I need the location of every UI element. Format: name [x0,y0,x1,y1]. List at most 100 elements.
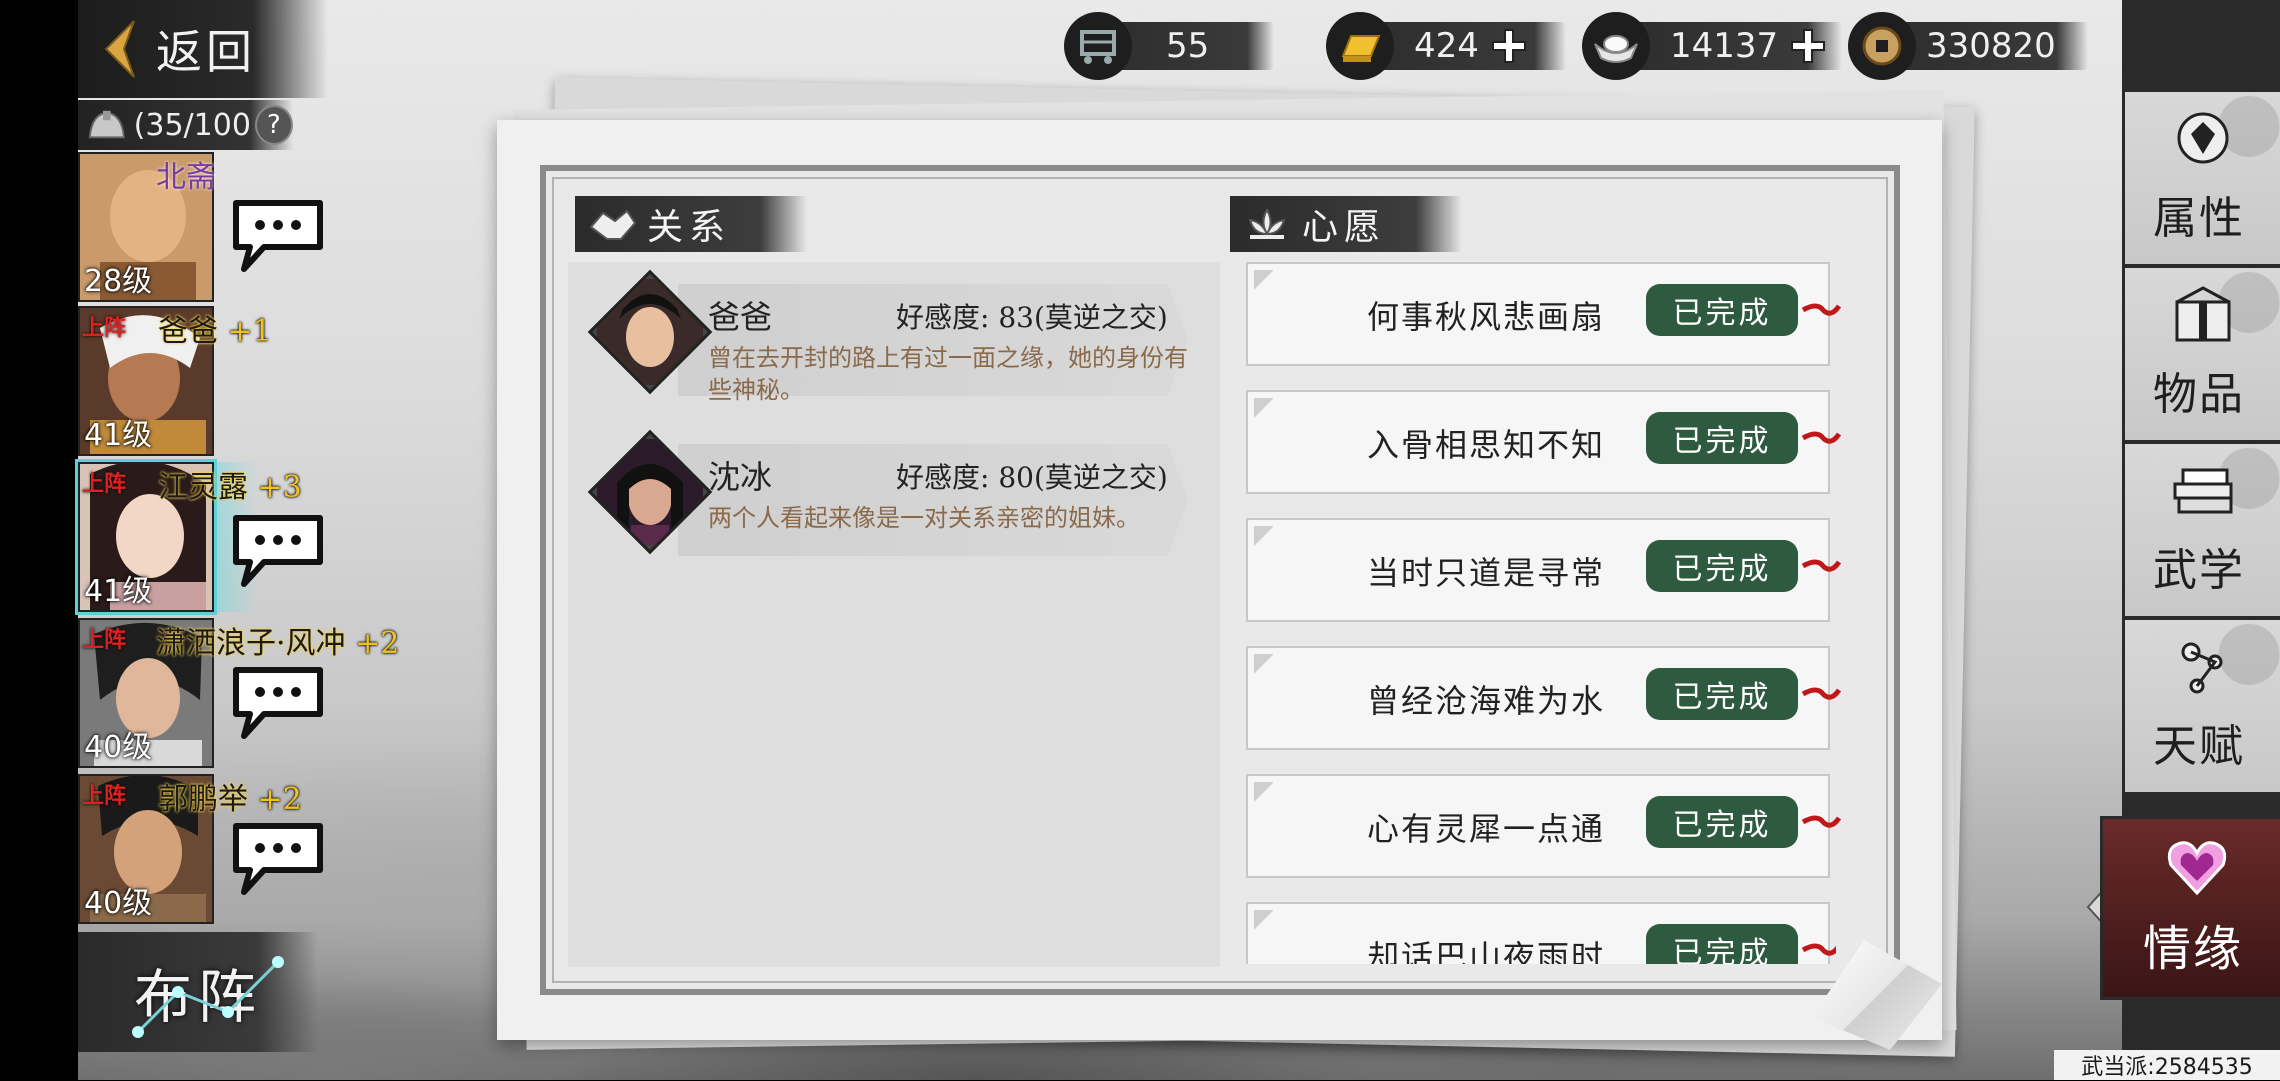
attributes-icon [2177,112,2229,164]
silver-amount: 14137 [1670,26,1779,66]
team-count-bar: (35/100 ? [78,100,293,150]
wish-text: 何事秋风悲画扇 [1366,298,1605,336]
formation-button[interactable]: 布阵 [78,932,318,1052]
tab-label: 武学 [2153,545,2245,596]
talent-icon [2181,642,2223,694]
guild-id: 武当派:2584535 [2054,1050,2280,1080]
wish-status-badge: 已完成 [1646,796,1798,848]
relations-header: 关系 [575,196,807,252]
tab-martial-arts[interactable]: 武学 [2125,444,2280,619]
chevron-left-icon [104,20,135,78]
wish-item[interactable]: 心有灵犀一点通 已完成 [1246,774,1841,878]
relations-list: 爸爸 好感度: 83(莫逆之交) 曾在去开封的路上有过一面之缘，她的身份有些神秘… [568,262,1220,967]
member-name: 爸爸 +1 [158,314,272,349]
relation-name: 爸爸 [708,298,773,336]
wish-text: 入骨相思知不知 [1366,426,1605,464]
wishes-header: 心愿 [1230,196,1462,252]
member-level: 40级 [84,730,153,765]
member-name: 郭鹏举 +2 [158,782,302,817]
inventory-count: 55 [1166,26,1210,66]
party-member[interactable]: 上阵 潇洒浪子·风冲 +2 40级 [78,618,399,768]
back-label: 返回 [156,25,256,79]
wish-text: 当时只道是寻常 [1366,554,1605,592]
wish-text: 却话巴山夜雨时 [1366,938,1605,964]
items-icon [2175,286,2231,342]
tab-romance[interactable]: 情缘 [2100,816,2280,1000]
gold-bar-icon [1326,12,1394,80]
wish-item[interactable]: 当时只道是寻常 已完成 [1246,518,1841,622]
wish-item[interactable]: 何事秋风悲画扇 已完成 [1246,262,1841,366]
party-member[interactable]: 上阵 爸爸 +1 41级 [78,306,272,456]
currency-copper: 330820 [1848,8,2088,84]
currency-inventory: 55 [1064,8,1274,84]
wish-item[interactable]: 却话巴山夜雨时 已完成 [1246,902,1836,964]
party-member-selected[interactable]: 上阵 江灵露 +3 41级 [78,462,302,612]
wish-text: 曾经沧海难为水 [1366,682,1605,720]
constellation-icon [132,956,284,1038]
relation-name: 沈冰 [708,458,773,496]
member-level: 28级 [84,264,153,299]
member-name: 北斋 [156,160,216,195]
chat-bubble-icon[interactable] [230,818,326,898]
martial-arts-icon [2173,468,2233,514]
handshake-icon [589,209,637,240]
member-level: 40级 [84,886,153,921]
wish-status-badge: 已完成 [1646,284,1798,336]
currency-silver: 14137 [1582,8,1842,84]
tab-items[interactable]: 物品 [2125,268,2280,443]
gold-amount: 424 [1414,26,1479,66]
ribbon-icon [1801,687,1841,700]
helmet-icon [88,110,125,139]
relation-description: 两个人看起来像是一对关系亲密的姐妹。 [708,504,1140,532]
party-member[interactable]: 上阵 郭鹏举 +2 40级 [78,774,302,924]
in-formation-tag: 上阵 [82,471,127,497]
lotus-icon [1248,208,1286,239]
romance-icon [2167,841,2227,896]
tab-talent[interactable]: 天赋 [2125,620,2280,795]
copper-amount: 330820 [1926,26,2056,66]
wish-text: 心有灵犀一点通 [1366,810,1605,848]
member-name: 江灵露 +3 [158,470,302,505]
wish-item[interactable]: 曾经沧海难为水 已完成 [1246,646,1841,750]
member-level: 41级 [84,418,153,453]
tab-label: 天赋 [2153,721,2245,772]
tab-label: 物品 [2153,369,2245,420]
ribbon-icon [1801,559,1841,572]
relation-card[interactable]: 爸爸 好感度: 83(莫逆之交) 曾在去开封的路上有过一面之缘，她的身份有些神秘… [578,269,1228,404]
relation-card[interactable]: 沈冰 好感度: 80(莫逆之交) 两个人看起来像是一对关系亲密的姐妹。 [578,429,1228,560]
relations-title: 关系 [647,207,732,248]
wish-status-badge: 已完成 [1646,412,1798,464]
inventory-cart-icon [1064,12,1132,80]
party-member[interactable]: 北斋 28级 [78,152,218,302]
copper-coin-icon [1848,12,1916,80]
wish-item[interactable]: 入骨相思知不知 已完成 [1246,390,1841,494]
relation-description: 曾在去开封的路上有过一面之缘，她的身份有些神秘。 [708,344,1188,404]
silver-ingot-icon [1582,12,1650,80]
tab-attributes[interactable]: 属性 [2125,92,2280,267]
ribbon-icon [1801,303,1841,316]
tab-label: 情缘 [2143,921,2244,977]
in-formation-tag: 上阵 [82,783,127,809]
chat-bubble-icon[interactable] [230,510,326,590]
help-button[interactable]: ? [254,105,293,145]
ribbon-icon [1801,431,1841,444]
wish-status-badge: 已完成 [1646,540,1798,592]
ribbon-icon [1801,943,1836,956]
currency-gold: 424 [1326,8,1566,84]
wish-status-badge: 已完成 [1646,924,1798,964]
member-name: 潇洒浪子·风冲 +2 [156,626,400,661]
member-level: 41级 [84,574,153,609]
relation-affinity: 好感度: 80(莫逆之交) [896,461,1168,494]
in-formation-tag: 上阵 [82,315,127,341]
relation-affinity: 好感度: 83(莫逆之交) [896,301,1168,334]
chat-bubble-icon[interactable] [230,195,326,275]
team-count: (35/100 [133,107,251,143]
tab-label: 属性 [2153,193,2245,244]
in-formation-tag: 上阵 [82,627,127,653]
add-silver-button[interactable] [1788,26,1828,66]
add-gold-button[interactable] [1489,26,1529,66]
wishes-title: 心愿 [1302,207,1387,248]
ribbon-icon [1801,815,1841,828]
chat-bubble-icon[interactable] [230,662,326,742]
back-button[interactable]: 返回 [78,0,328,98]
